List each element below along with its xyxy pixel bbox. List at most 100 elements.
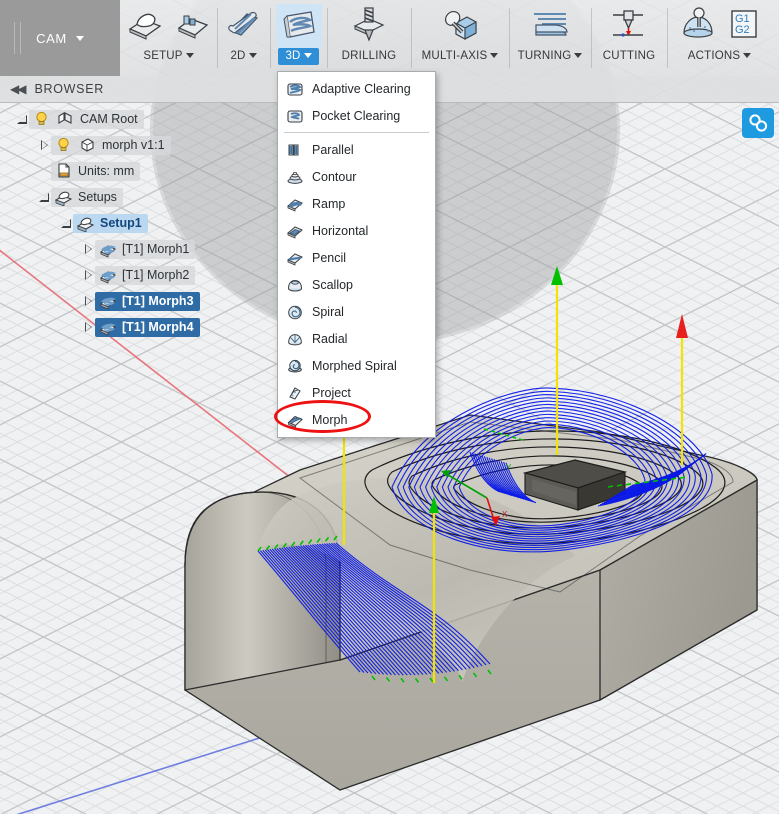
setup-from-model-icon[interactable] [171, 5, 215, 48]
workspace-label: CAM [36, 30, 67, 46]
menu-item-contour[interactable]: Contour [278, 163, 435, 190]
menu-item-label: Parallel [312, 142, 354, 157]
menu-item-parallel[interactable]: Parallel [278, 136, 435, 163]
twod-icon[interactable] [221, 5, 267, 48]
tree-item-label: morph v1:1 [102, 138, 165, 152]
gcode-icon[interactable]: G1 G2 [725, 6, 763, 47]
menu-item-ramp[interactable]: Ramp [278, 190, 435, 217]
tree-item[interactable]: [T1] Morph2 [95, 265, 196, 285]
tree-item[interactable]: [T1] Morph1 [95, 239, 196, 259]
panel-3d-label[interactable]: 3D [278, 48, 319, 65]
panel-drilling-label[interactable]: DRILLING [335, 48, 404, 65]
workspace-selector[interactable]: CAM [0, 0, 120, 76]
menu-item-label: Pocket Clearing [312, 108, 401, 123]
tree-row-units-mm[interactable]: Units: mm [0, 158, 280, 184]
menu-divider [284, 132, 429, 133]
fusion-logo-icon[interactable] [742, 108, 774, 138]
menu-item-scallop[interactable]: Scallop [278, 271, 435, 298]
expand-arrow-closed-icon[interactable] [82, 269, 95, 282]
menu-item-adaptive-clearing[interactable]: Adaptive Clearing [278, 75, 435, 102]
tree-item[interactable]: Setups [51, 187, 123, 207]
light-bulb-icon[interactable] [54, 137, 73, 154]
panel-turning-label[interactable]: TURNING [511, 48, 590, 65]
turning-icon[interactable] [526, 6, 574, 47]
panel-setup-label[interactable]: SETUP [136, 48, 200, 65]
svg-text:Y: Y [506, 463, 512, 472]
menu-item-morph[interactable]: Morph [278, 406, 435, 433]
tree-item[interactable]: [T1] Morph3 [95, 291, 200, 311]
fusion360-cam-window: X Y CAM SETUP 2D 3D DRILLING MULTI-AXIS … [0, 0, 779, 814]
expand-arrow-closed-icon[interactable] [82, 295, 95, 308]
panel-turning-text: TURNING [517, 50, 572, 62]
expand-arrow-closed-icon[interactable] [38, 139, 51, 152]
panel-cutting-icons [606, 4, 652, 48]
menu-item-pocket-clearing[interactable]: Pocket Clearing [278, 102, 435, 129]
panel-setup-text: SETUP [143, 50, 183, 62]
panel-2d-icons [221, 4, 267, 48]
menu-item-radial[interactable]: Radial [278, 325, 435, 352]
morph-op-icon [98, 319, 117, 336]
expand-arrow-closed-icon[interactable] [82, 243, 95, 256]
light-bulb-icon[interactable] [32, 111, 51, 128]
tree-row-morph-v1-1[interactable]: morph v1:1 [0, 132, 280, 158]
menu-item-project[interactable]: Project [278, 379, 435, 406]
panel-cutting[interactable]: CUTTING [591, 0, 667, 76]
tree-item[interactable]: Setup1 [73, 213, 148, 233]
tree-item[interactable]: Units: mm [51, 161, 141, 181]
tree-item[interactable]: [T1] Morph4 [95, 317, 200, 337]
tree-item[interactable]: morph v1:1 [51, 135, 171, 155]
collapse-panel-icon[interactable]: ◀◀ [10, 82, 27, 96]
panel-turning[interactable]: TURNING [509, 0, 591, 76]
expand-arrow-open-icon[interactable] [60, 217, 73, 230]
menu-item-label: Adaptive Clearing [312, 81, 411, 96]
menu-item-label: Radial [312, 331, 348, 346]
panel-actions-icons: G1 G2 [677, 4, 763, 48]
panel-actions-label[interactable]: ACTIONS [681, 48, 759, 65]
menu-item-label: Spiral [312, 304, 344, 319]
cutting-icon[interactable] [606, 4, 652, 49]
tree-row-setups[interactable]: Setups [0, 184, 280, 210]
tree-row-t1-morph3[interactable]: [T1] Morph3 [0, 288, 280, 314]
expand-arrow-open-icon[interactable] [16, 113, 29, 126]
drilling-icon[interactable] [346, 4, 392, 49]
panel-drilling[interactable]: DRILLING [327, 0, 411, 76]
expand-arrow-open-icon[interactable] [38, 191, 51, 204]
pocket-clearing-icon [285, 107, 305, 125]
morph-op-icon [98, 293, 117, 310]
setup-icon[interactable] [123, 5, 167, 48]
menu-item-label: Pencil [312, 250, 347, 265]
panel-actions[interactable]: G1 G2 ACTIONS [667, 0, 772, 76]
menu-item-spiral[interactable]: Spiral [278, 298, 435, 325]
panel-setup[interactable]: SETUP [120, 0, 217, 76]
panel-2d[interactable]: 2D [217, 0, 270, 76]
tree-row-t1-morph1[interactable]: [T1] Morph1 [0, 236, 280, 262]
browser-tree: CAM Root morph v1:1 Units: mm Setups Setup1 [… [0, 106, 280, 340]
pencil-icon [285, 249, 305, 267]
parallel-icon [285, 141, 305, 159]
panel-multi-axis-label[interactable]: MULTI-AXIS [415, 48, 506, 65]
panel-cutting-label[interactable]: CUTTING [596, 48, 663, 65]
panel-multi-axis[interactable]: MULTI-AXIS [411, 0, 509, 76]
threed-icon[interactable] [275, 3, 322, 49]
multiaxis-icon[interactable] [436, 4, 484, 49]
panel-3d[interactable]: 3D [270, 0, 327, 76]
tree-row-t1-morph4[interactable]: [T1] Morph4 [0, 314, 280, 340]
spiral-icon [285, 303, 305, 321]
tree-row-setup1[interactable]: Setup1 [0, 210, 280, 236]
tree-row-cam-root[interactable]: CAM Root [0, 106, 280, 132]
menu-item-horizontal[interactable]: Horizontal [278, 217, 435, 244]
threed-dropdown-menu[interactable]: Adaptive Clearing Pocket Clearing Parallel… [277, 71, 436, 438]
menu-item-pencil[interactable]: Pencil [278, 244, 435, 271]
panel-3d-icons [275, 3, 322, 49]
expand-arrow-closed-icon[interactable] [82, 321, 95, 334]
panel-turning-icons [526, 4, 574, 48]
tree-row-t1-morph2[interactable]: [T1] Morph2 [0, 262, 280, 288]
actions-icon[interactable] [677, 5, 719, 48]
radial-icon [285, 330, 305, 348]
tree-item-label: [T1] Morph4 [122, 320, 194, 334]
menu-item-morphed-spiral[interactable]: Morphed Spiral [278, 352, 435, 379]
panel-2d-label[interactable]: 2D [223, 48, 263, 65]
gcode-line2: G2 [735, 24, 750, 36]
tree-item[interactable]: CAM Root [29, 109, 144, 129]
